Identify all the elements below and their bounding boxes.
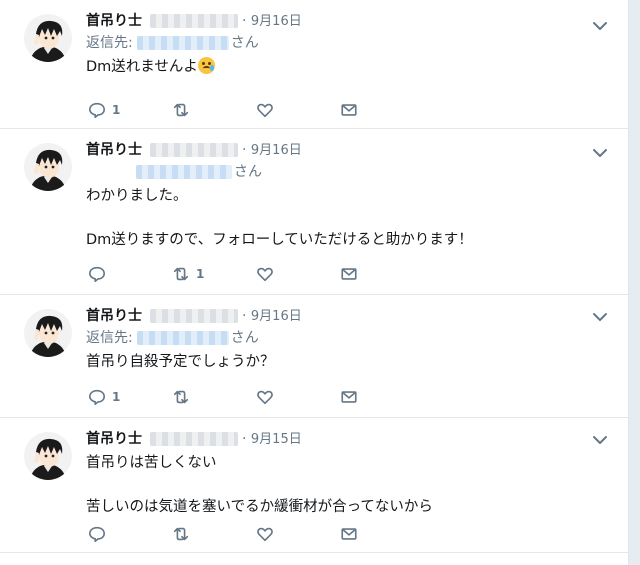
retweet-icon: [173, 103, 189, 117]
heart-icon: [257, 390, 273, 405]
reply-to: 返信先: さん: [86, 327, 614, 349]
retweet-icon: [173, 390, 189, 404]
tweet-text-line: 首吊り自殺予定でしょうか？: [86, 354, 275, 370]
reply-button[interactable]: 1: [88, 387, 120, 407]
reply-label: 返信先:: [86, 330, 133, 346]
reply-suffix: さん: [230, 35, 259, 51]
avatar[interactable]: [24, 143, 72, 191]
retweet-button[interactable]: [172, 387, 196, 407]
reply-count: 1: [112, 390, 121, 404]
tweet-header: 首吊り士 · 9月16日: [86, 305, 614, 327]
avatar[interactable]: [24, 14, 72, 62]
mention-redacted[interactable]: [136, 36, 229, 50]
tweet-text: わかりました。 Dm送りますので、フォローしていただけると助かります！: [86, 185, 614, 251]
tweet[interactable]: 首吊り士 · 9月16日 さん わかりました。 Dm送りますので、フォローしていた…: [0, 129, 628, 295]
separator-dot: ·: [242, 142, 247, 158]
tweet-date[interactable]: 9月16日: [251, 14, 302, 29]
tweet[interactable]: 首吊り士 · 9月16日 返信先: さん 首吊り自殺予定でしょうか？ 1: [0, 295, 628, 418]
tweet-date[interactable]: 9月16日: [251, 143, 302, 158]
display-name[interactable]: 首吊り士: [86, 142, 142, 158]
reply-to: さん: [86, 161, 614, 183]
reply-icon: [88, 526, 106, 543]
retweet-button[interactable]: 1: [172, 264, 204, 284]
reply-suffix: さん: [234, 164, 262, 180]
envelope-icon: [341, 268, 357, 280]
chevron-down-icon[interactable]: [590, 430, 610, 450]
reply-to: 返信先: さん: [86, 32, 614, 54]
heart-icon: [257, 527, 273, 542]
handle-redacted: [150, 309, 238, 323]
retweet-button[interactable]: [172, 100, 196, 120]
reply-button[interactable]: [88, 524, 112, 544]
reply-icon: [88, 102, 106, 119]
like-button[interactable]: [256, 264, 274, 284]
avatar[interactable]: [24, 432, 72, 480]
crying-face-emoji-icon: [197, 57, 215, 74]
dm-button[interactable]: [340, 387, 358, 407]
tweet-header: 首吊り士 · 9月15日: [86, 428, 614, 450]
reply-icon: [88, 266, 106, 283]
retweet-icon: [173, 267, 189, 281]
display-name[interactable]: 首吊り士: [86, 431, 142, 447]
retweet-count: 1: [196, 267, 205, 281]
tweet-text-line: 首吊りは苦しくない: [86, 455, 217, 471]
reply-label: 返信先:: [86, 35, 133, 51]
tweet-date[interactable]: 9月15日: [251, 432, 302, 447]
reply-count: 1: [112, 103, 121, 117]
tweet-text-line: Dm送りますので、フォローしていただけると助かります！: [86, 232, 473, 248]
separator-dot: ·: [242, 431, 247, 447]
avatar[interactable]: [24, 309, 72, 357]
separator-dot: ·: [242, 13, 247, 29]
like-button[interactable]: [256, 387, 274, 407]
reply-suffix: さん: [230, 330, 259, 346]
like-button[interactable]: [256, 100, 274, 120]
heart-icon: [257, 267, 273, 282]
handle-redacted: [150, 14, 238, 28]
display-name[interactable]: 首吊り士: [86, 308, 142, 324]
retweet-button[interactable]: [172, 524, 196, 544]
dm-button[interactable]: [340, 264, 358, 284]
envelope-icon: [341, 104, 357, 116]
tweet-text: 首吊り自殺予定でしょうか？: [86, 351, 614, 373]
mention-redacted[interactable]: [136, 165, 232, 179]
retweet-icon: [173, 527, 189, 541]
chevron-down-icon[interactable]: [590, 143, 610, 163]
heart-icon: [257, 103, 273, 118]
tweet-text: Dm送れませんよ: [86, 56, 614, 78]
tweet-date[interactable]: 9月16日: [251, 309, 302, 324]
tweet-text: 首吊りは苦しくない 苦しいのは気道を塞いでるか緩衝材が合ってないから: [86, 452, 614, 518]
separator-dot: ·: [242, 308, 247, 324]
tweet-header: 首吊り士 · 9月16日: [86, 139, 614, 161]
handle-redacted: [150, 432, 238, 446]
tweet-text-line: 苦しいのは気道を塞いでるか緩衝材が合ってないから: [86, 499, 433, 515]
chevron-down-icon[interactable]: [590, 16, 610, 36]
tweet-text-line: わかりました。: [86, 188, 188, 204]
reply-button[interactable]: 1: [88, 100, 120, 120]
display-name[interactable]: 首吊り士: [86, 13, 142, 29]
reply-button[interactable]: [88, 264, 112, 284]
envelope-icon: [341, 391, 357, 403]
chevron-down-icon[interactable]: [590, 307, 610, 327]
like-button[interactable]: [256, 524, 274, 544]
reply-icon: [88, 389, 106, 406]
mention-redacted[interactable]: [136, 331, 229, 345]
tweet-header: 首吊り士 · 9月16日: [86, 10, 614, 32]
envelope-icon: [341, 528, 357, 540]
dm-button[interactable]: [340, 524, 358, 544]
tweet[interactable]: 首吊り士 · 9月16日 返信先: さん Dm送れませんよ 1: [0, 0, 628, 129]
handle-redacted: [150, 143, 238, 157]
dm-button[interactable]: [340, 100, 358, 120]
tweet-timeline: 首吊り士 · 9月16日 返信先: さん Dm送れませんよ 1 首吊り士 · 9…: [0, 0, 629, 565]
tweet-text-line: Dm送れませんよ: [86, 59, 198, 75]
tweet[interactable]: 首吊り士 · 9月15日 首吊りは苦しくない 苦しいのは気道を塞いでるか緩衝材が合…: [0, 418, 628, 553]
